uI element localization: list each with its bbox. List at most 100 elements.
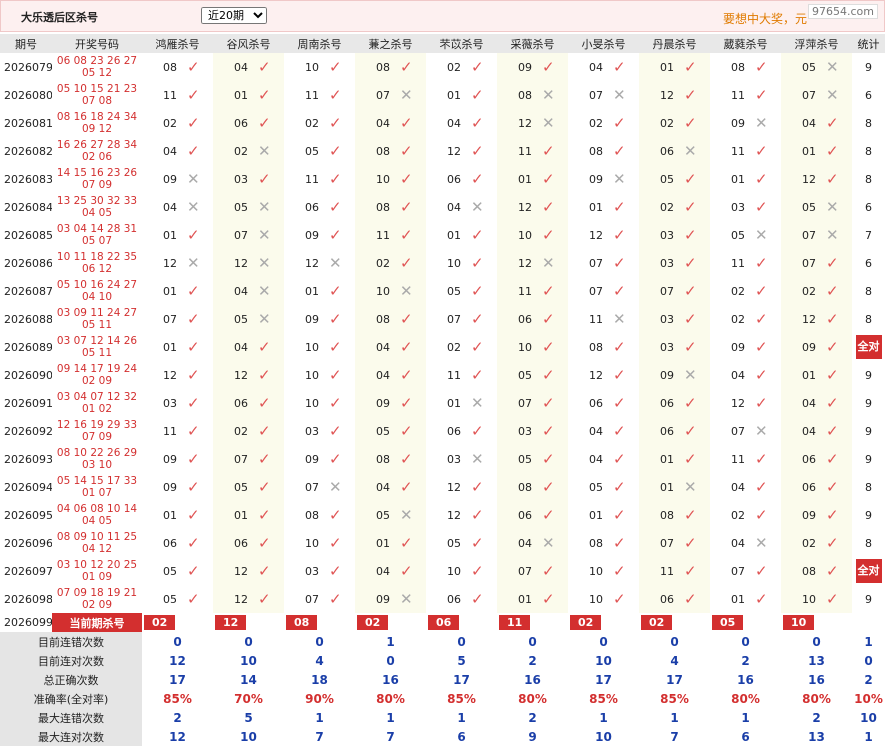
cross-icon: ✕ <box>252 305 284 333</box>
check-icon: ✓ <box>820 585 852 613</box>
stats-value: 1 <box>386 634 395 649</box>
kill-pick: 05 <box>163 564 177 578</box>
check-icon: ✓ <box>536 417 568 445</box>
issue-cell: 2026089 <box>4 340 52 354</box>
draw-numbers: 05 10 15 21 23 07 08 <box>52 81 142 109</box>
check-icon: ✓ <box>329 506 342 524</box>
kill-pick: 09 <box>731 340 745 354</box>
check-icon: ✓ <box>755 282 768 300</box>
stats-value: 0 <box>315 634 324 649</box>
expert-header: 葳蕤杀号 <box>710 34 781 53</box>
kill-pick: 12 <box>731 396 745 410</box>
check-icon: ✓ <box>613 226 626 244</box>
table-row: 2026090 09 14 17 19 24 02 09 12 ✓ 12 ✓ 10 ✓ 04 ✓ 11… <box>0 361 885 389</box>
check-icon: ✓ <box>613 114 626 132</box>
stats-value: 4 <box>670 653 679 668</box>
check-icon: ✓ <box>329 282 342 300</box>
kill-pick: 04 <box>355 109 394 137</box>
expert-header: 周南杀号 <box>284 34 355 53</box>
table-row: 2026088 03 09 11 24 27 05 11 07 ✓ 05 ✕ 09 ✓ 08 ✓ 07… <box>0 305 885 333</box>
back-numbers: 04 05 <box>81 207 113 219</box>
kill-pick: 07 <box>589 88 603 102</box>
stats-value: 5 <box>457 653 466 668</box>
kill-pick: 01 <box>731 172 745 186</box>
stats-value: 2 <box>741 653 750 668</box>
expert-header: 谷风杀号 <box>213 34 284 53</box>
current-pick-badge: 02 <box>641 615 673 630</box>
stats-value: 1 <box>670 710 679 725</box>
check-icon: ✓ <box>187 338 200 356</box>
kill-pick: 02 <box>213 137 252 165</box>
draw-numbers: 16 26 27 28 34 02 06 <box>52 137 142 165</box>
front-numbers: 05 14 15 17 33 <box>56 475 138 487</box>
stats-value: 2 <box>173 710 182 725</box>
check-icon: ✓ <box>187 478 200 496</box>
kill-pick: 12 <box>781 305 820 333</box>
kill-pick: 03 <box>731 200 745 214</box>
draw-numbers: 05 10 16 24 27 04 10 <box>52 277 142 305</box>
check-icon: ✓ <box>471 170 484 188</box>
table-row: 2026095 04 06 08 10 14 04 05 01 ✓ 01 ✓ 08 ✓ 05 ✕ 12… <box>0 501 885 529</box>
cross-icon: ✕ <box>252 221 284 249</box>
kill-pick: 04 <box>731 536 745 550</box>
current-pick-badge: 12 <box>215 615 247 630</box>
check-icon: ✓ <box>536 277 568 305</box>
kill-pick: 10 <box>355 165 394 193</box>
issue-cell: 2026096 <box>4 536 52 550</box>
cross-icon: ✕ <box>613 310 626 328</box>
cross-icon: ✕ <box>678 361 710 389</box>
period-range-select[interactable]: 近20期 <box>201 7 267 24</box>
stats-value: 85% <box>163 691 192 706</box>
kill-pick: 10 <box>305 536 319 550</box>
kill-pick: 05 <box>213 305 252 333</box>
kill-pick: 11 <box>497 137 536 165</box>
draw-numbers: 03 10 12 20 25 01 09 <box>52 557 142 585</box>
numbers-header: 开奖号码 <box>52 34 142 53</box>
check-icon: ✓ <box>252 529 284 557</box>
check-icon: ✓ <box>187 562 200 580</box>
kill-pick: 04 <box>781 389 820 417</box>
current-pick: 02 <box>639 613 710 632</box>
table-row: 2026091 03 04 07 12 32 01 02 03 ✓ 06 ✓ 10 ✓ 09 ✓ 01… <box>0 389 885 417</box>
current-pick-badge: 02 <box>144 615 176 630</box>
kill-pick: 02 <box>639 109 678 137</box>
kill-pick: 02 <box>447 340 461 354</box>
kill-pick: 06 <box>497 501 536 529</box>
kill-pick: 12 <box>497 249 536 277</box>
kill-pick: 07 <box>639 277 678 305</box>
kill-pick: 10 <box>589 564 603 578</box>
check-icon: ✓ <box>471 478 484 496</box>
stats-value: 16 <box>737 672 754 687</box>
front-numbers: 09 14 17 19 24 <box>56 363 138 375</box>
kill-pick: 01 <box>781 137 820 165</box>
check-icon: ✓ <box>678 529 710 557</box>
check-icon: ✓ <box>187 450 200 468</box>
back-numbers: 01 07 <box>81 487 113 499</box>
kill-pick: 04 <box>355 557 394 585</box>
stats-value: 17 <box>169 672 186 687</box>
ad-text[interactable]: 要想中大奖，元 <box>723 10 807 27</box>
table-row: 2026092 12 16 19 29 33 07 09 11 ✓ 02 ✓ 03 ✓ 05 ✓ 06… <box>0 417 885 445</box>
kill-pick: 09 <box>731 116 745 130</box>
kill-pick: 12 <box>213 249 252 277</box>
stats-value: 90% <box>305 691 334 706</box>
front-numbers: 08 10 22 26 29 <box>56 447 138 459</box>
stats-value: 1 <box>315 710 324 725</box>
check-icon: ✓ <box>820 333 852 361</box>
kill-pick: 11 <box>731 144 745 158</box>
stats-label: 总正确次数 <box>0 670 142 689</box>
check-icon: ✓ <box>613 450 626 468</box>
issue-cell: 2026093 <box>4 452 52 466</box>
kill-pick: 12 <box>447 144 461 158</box>
front-numbers: 05 10 15 21 23 <box>56 83 138 95</box>
check-icon: ✓ <box>613 422 626 440</box>
stats-value: 9 <box>528 729 537 744</box>
back-numbers: 05 11 <box>81 319 113 331</box>
check-icon: ✓ <box>613 282 626 300</box>
check-icon: ✓ <box>536 193 568 221</box>
stat-cell: 全对 <box>852 333 885 361</box>
kill-pick: 10 <box>497 333 536 361</box>
check-icon: ✓ <box>820 473 852 501</box>
kill-pick: 01 <box>447 228 461 242</box>
cross-icon: ✕ <box>536 249 568 277</box>
